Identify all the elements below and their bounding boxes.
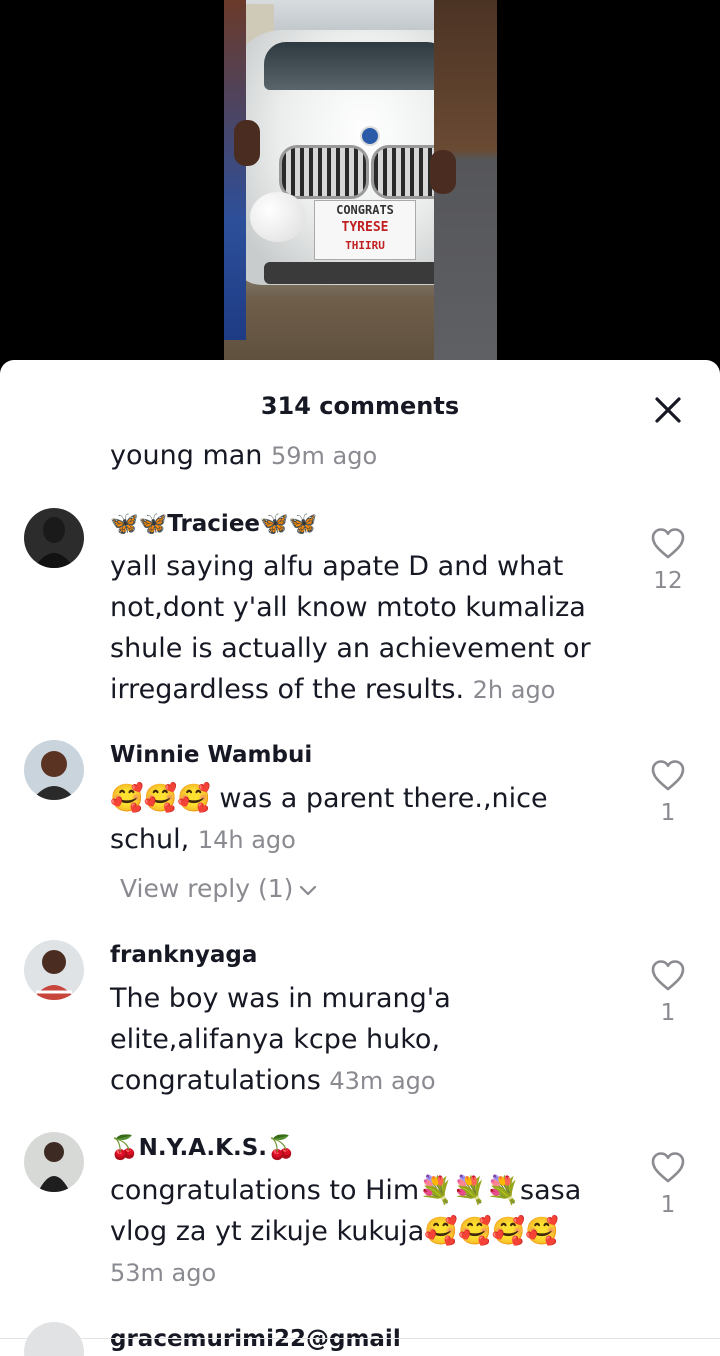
comment-time: 43m ago: [329, 1067, 436, 1095]
comment-body: yall saying alfu apate D and what not,do…: [110, 546, 620, 711]
video-car-windshield: [264, 42, 449, 90]
comment-body: congratulations to Him💐💐💐sasa vlog za yt…: [110, 1170, 620, 1294]
avatar[interactable]: [24, 740, 84, 800]
view-replies-button[interactable]: View reply (1): [120, 874, 319, 903]
avatar[interactable]: [24, 1132, 84, 1192]
comment-item: 🦋🦋Traciee🦋🦋 yall saying alfu apate D and…: [0, 508, 720, 708]
video-hand-left: [234, 120, 260, 166]
plate-line-2: TYRESE: [341, 220, 389, 235]
comment-text: young man: [110, 440, 263, 471]
video-hand-right: [430, 150, 456, 194]
avatar-franknyaga-image: [24, 940, 84, 1000]
comment-body: The boy was in murang'a elite,alifanya k…: [110, 978, 620, 1102]
comment-item: Winnie Wambui 🥰🥰🥰 was a parent there.,ni…: [0, 740, 720, 920]
like-button[interactable]: 1: [636, 1150, 700, 1218]
avatar[interactable]: [24, 508, 84, 568]
video-car-bumper: [264, 262, 454, 284]
comment-time: 53m ago: [110, 1259, 217, 1287]
video-congrats-plate: CONGRATS TYRESE THIIRU: [314, 200, 416, 260]
plate-line-1: CONGRATS: [336, 203, 394, 217]
video-person-left: [224, 0, 246, 340]
like-button[interactable]: 1: [636, 758, 700, 826]
comment-body: 🥰🥰🥰 was a parent there.,nice schul, 14h …: [110, 778, 620, 861]
comment-item: franknyaga The boy was in murang'a elite…: [0, 940, 720, 1110]
video-player[interactable]: CONGRATS TYRESE THIIRU: [0, 0, 720, 380]
comment-text: congratulations to Him💐💐💐sasa vlog za yt…: [110, 1175, 582, 1247]
comment-partial-text: young man 59m ago: [110, 440, 377, 471]
avatar[interactable]: [24, 1322, 84, 1356]
avatar-winnie-image: [24, 740, 84, 800]
comment-item: 🍒N.Y.A.K.S.🍒 congratulations to Him💐💐💐sa…: [0, 1132, 720, 1302]
view-replies-label: View reply (1): [120, 874, 294, 903]
plate-line-3: THIIRU: [345, 239, 385, 252]
comments-sheet: 314 comments young man 59m ago 🦋🦋Traciee…: [0, 360, 720, 1356]
comment-text: 🥰🥰🥰 was a parent there.,nice schul,: [110, 783, 548, 855]
comments-count-title: 314 comments: [260, 392, 460, 420]
close-button[interactable]: [650, 392, 686, 428]
close-icon: [655, 397, 681, 423]
comments-header: 314 comments: [0, 360, 720, 450]
heart-outline-icon: [651, 960, 685, 991]
video-car-grille-left: [279, 145, 369, 199]
heart-outline-icon: [651, 528, 685, 559]
chevron-down-icon: [300, 885, 317, 896]
avatar[interactable]: [24, 940, 84, 1000]
like-count: 1: [660, 800, 676, 826]
input-divider: [0, 1338, 720, 1339]
comment-username[interactable]: gracemurimi22@gmail: [110, 1326, 401, 1352]
comment-username[interactable]: Winnie Wambui: [110, 742, 312, 768]
heart-outline-icon: [651, 760, 685, 791]
like-button[interactable]: 1: [636, 958, 700, 1026]
comment-username[interactable]: 🦋🦋Traciee🦋🦋: [110, 510, 317, 537]
comment-item: gracemurimi22@gmail: [0, 1322, 720, 1356]
like-count: 1: [660, 1000, 676, 1026]
avatar-traciee-image: [24, 508, 84, 568]
comment-username[interactable]: franknyaga: [110, 942, 257, 968]
video-car-logo: [360, 126, 380, 146]
comment-time: 2h ago: [472, 676, 556, 704]
like-count: 1: [660, 1192, 676, 1218]
video-balloon: [250, 192, 306, 242]
like-count: 12: [653, 568, 683, 594]
comment-username[interactable]: 🍒N.Y.A.K.S.🍒: [110, 1134, 296, 1161]
video-frame: CONGRATS TYRESE THIIRU: [224, 0, 497, 380]
heart-outline-icon: [651, 1152, 685, 1183]
like-button[interactable]: 12: [636, 526, 700, 594]
avatar-nyaks-image: [24, 1132, 84, 1192]
comment-time: 59m ago: [271, 442, 378, 470]
comment-time: 14h ago: [197, 826, 296, 854]
